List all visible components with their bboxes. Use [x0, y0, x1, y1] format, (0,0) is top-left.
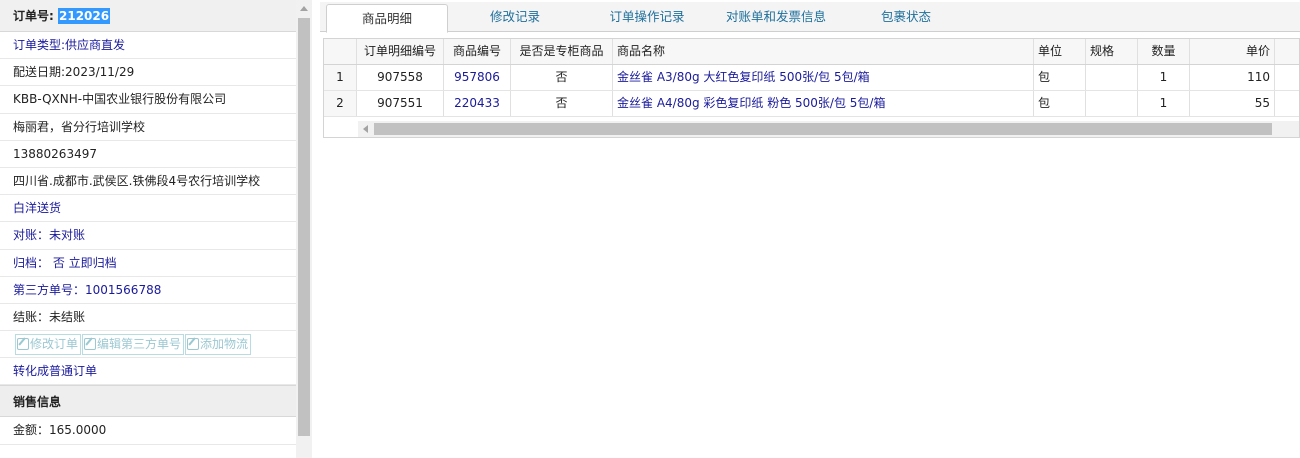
detail-panel: 商品明细 修改记录 订单操作记录 对账单和发票信息 包裹状态 订单明细编号 商品… — [320, 0, 1300, 458]
scrollbar-thumb[interactable] — [298, 18, 310, 436]
order-number-value[interactable]: 212026 — [58, 8, 111, 24]
product-id-link[interactable]: 957806 — [444, 65, 511, 90]
tab-statement-invoice[interactable]: 对账单和发票信息 — [718, 2, 834, 32]
product-name-link[interactable]: 金丝雀 A3/80g 大红色复印纸 500张/包 5包/箱 — [613, 65, 1034, 90]
column-header-product-name[interactable]: 商品名称 — [613, 39, 1034, 64]
add-logistics-button[interactable]: 添加物流 — [185, 334, 252, 356]
edit-third-party-label: 编辑第三方单号 — [97, 337, 182, 352]
spec-cell — [1086, 65, 1138, 90]
edit-order-button[interactable]: 修改订单 — [15, 334, 82, 356]
delivery-method: 白洋送货 — [0, 195, 296, 223]
customer-contact: 梅丽君，省分行培训学校 — [0, 114, 296, 141]
tab-modification-log[interactable]: 修改记录 — [460, 2, 570, 32]
third-party-number: 第三方单号：1001566788 — [0, 277, 296, 304]
reconcile-status: 对账：未对账 — [0, 222, 296, 250]
customer-company: KBB-QXNH-中国农业银行股份有限公司 — [0, 86, 296, 114]
tab-package-status[interactable]: 包裹状态 — [860, 2, 952, 32]
column-header-product-id[interactable]: 商品编号 — [444, 39, 511, 64]
action-button-row: 修改订单 编辑第三方单号 添加物流 — [0, 331, 296, 359]
sales-amount: 金额：165.0000 — [0, 417, 296, 445]
edit-third-party-button[interactable]: 编辑第三方单号 — [82, 334, 185, 356]
unit-price-cell: 110 — [1190, 65, 1275, 90]
tab-bar: 商品明细 修改记录 订单操作记录 对账单和发票信息 包裹状态 — [320, 2, 1300, 33]
table-row[interactable]: 2 907551 220433 否 金丝雀 A4/80g 彩色复印纸 粉色 50… — [324, 91, 1299, 117]
spec-cell — [1086, 91, 1138, 116]
order-number-row: 订单号: 212026 — [0, 0, 296, 32]
scroll-left-icon[interactable] — [363, 125, 368, 133]
order-info-panel: 订单号: 212026 订单类型:供应商直发 配送日期:2023/11/29 K… — [0, 0, 312, 458]
unit-cell: 包 — [1034, 65, 1086, 90]
tab-product-details[interactable]: 商品明细 — [326, 4, 448, 33]
row-index: 1 — [324, 65, 357, 90]
counter-cell: 否 — [511, 65, 613, 90]
grid-horizontal-scrollbar[interactable] — [358, 121, 1299, 137]
column-header-index — [324, 39, 357, 64]
delivery-date: 配送日期:2023/11/29 — [0, 59, 296, 87]
column-header-spec[interactable]: 规格 — [1086, 39, 1138, 64]
edit-icon — [187, 338, 200, 351]
order-detail-window: 订单号: 212026 订单类型:供应商直发 配送日期:2023/11/29 K… — [0, 0, 1300, 458]
product-name-link[interactable]: 金丝雀 A4/80g 彩色复印纸 粉色 500张/包 5包/箱 — [613, 91, 1034, 116]
edit-order-label: 修改订单 — [30, 337, 79, 352]
counter-cell: 否 — [511, 91, 613, 116]
add-logistics-label: 添加物流 — [200, 337, 249, 352]
scroll-up-icon[interactable] — [300, 6, 308, 11]
quantity-cell: 1 — [1138, 91, 1190, 116]
detail-id-cell: 907558 — [357, 65, 444, 90]
sales-info-heading: 销售信息 — [0, 385, 296, 418]
customer-phone: 13880263497 — [0, 141, 296, 168]
left-vertical-scrollbar[interactable] — [296, 0, 312, 458]
column-header-counter[interactable]: 是否是专柜商品 — [511, 39, 613, 64]
product-grid: 订单明细编号 商品编号 是否是专柜商品 商品名称 单位 规格 数量 单价 1 9… — [323, 38, 1300, 138]
unit-cell: 包 — [1034, 91, 1086, 116]
edit-icon — [17, 338, 29, 351]
column-header-quantity[interactable]: 数量 — [1138, 39, 1190, 64]
detail-id-cell: 907551 — [357, 91, 444, 116]
order-info-list: 订单号: 212026 订单类型:供应商直发 配送日期:2023/11/29 K… — [0, 0, 296, 458]
convert-order-link[interactable]: 转化成普通订单 — [0, 358, 296, 386]
row-index: 2 — [324, 91, 357, 116]
settlement-status: 结账：未结账 — [0, 304, 296, 332]
column-header-detail-id[interactable]: 订单明细编号 — [357, 39, 444, 64]
edit-icon — [84, 338, 97, 351]
scrollbar-thumb[interactable] — [374, 123, 1272, 135]
order-number-label: 订单号: — [13, 9, 54, 23]
quantity-cell: 1 — [1138, 65, 1190, 90]
grid-header: 订单明细编号 商品编号 是否是专柜商品 商品名称 单位 规格 数量 单价 — [324, 39, 1299, 65]
column-header-unit[interactable]: 单位 — [1034, 39, 1086, 64]
archive-status[interactable]: 归档： 否 立即归档 — [0, 250, 296, 277]
delivery-address: 四川省.成都市.武侯区.铁佛段4号农行培训学校 — [0, 168, 296, 196]
unit-price-cell: 55 — [1190, 91, 1275, 116]
column-header-unit-price[interactable]: 单价 — [1190, 39, 1275, 64]
order-type: 订单类型:供应商直发 — [0, 32, 296, 60]
product-id-link[interactable]: 220433 — [444, 91, 511, 116]
table-row[interactable]: 1 907558 957806 否 金丝雀 A3/80g 大红色复印纸 500张… — [324, 65, 1299, 91]
tab-order-operation-log[interactable]: 订单操作记录 — [592, 2, 702, 32]
